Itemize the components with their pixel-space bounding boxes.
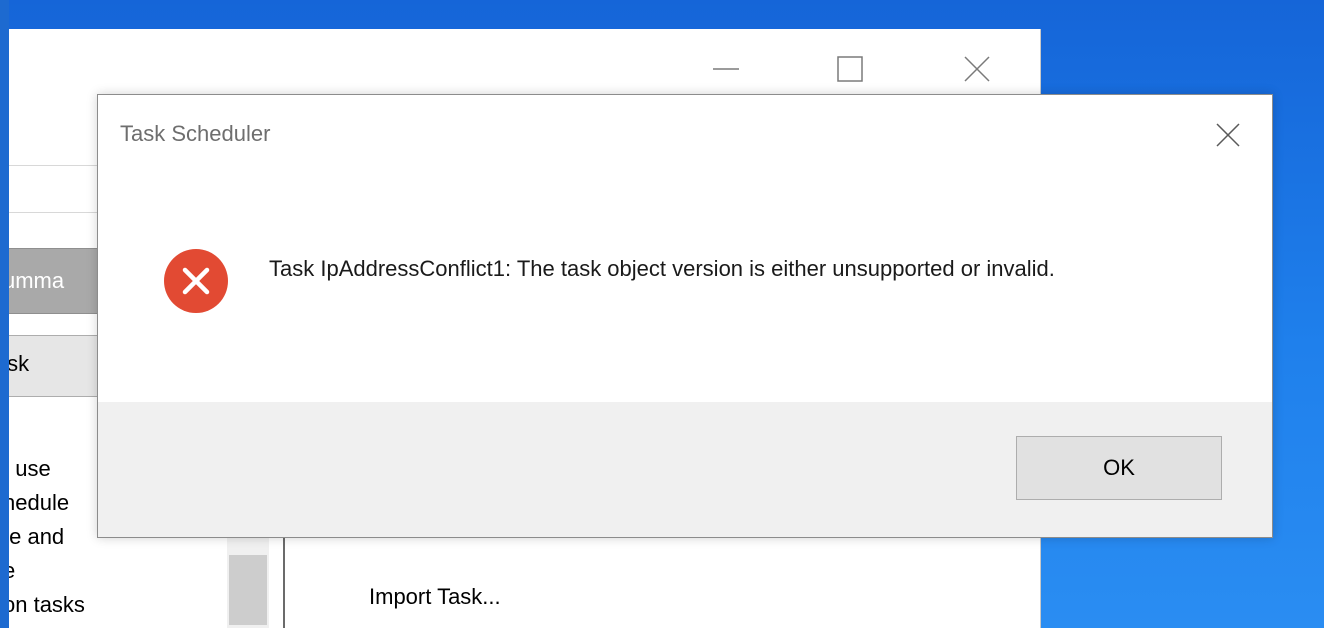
dialog-button-bar: OK bbox=[98, 402, 1272, 537]
toolbar-divider bbox=[9, 212, 101, 213]
close-icon bbox=[1216, 123, 1240, 147]
task-scheduler-description: ı use hedule te and e on tasks bbox=[9, 452, 101, 622]
minimize-button[interactable] bbox=[703, 41, 749, 97]
maximize-button[interactable] bbox=[827, 41, 873, 97]
description-line: hedule bbox=[9, 490, 70, 515]
x-mark-icon bbox=[182, 267, 210, 295]
summary-header-button[interactable]: umma bbox=[9, 248, 102, 314]
close-window-button[interactable] bbox=[954, 41, 1000, 97]
dialog-title: Task Scheduler bbox=[120, 121, 271, 146]
description-line: ı use bbox=[9, 456, 51, 481]
description-line: te and bbox=[9, 524, 65, 549]
error-dialog: Task Scheduler Task IpAddressConflict1: … bbox=[97, 94, 1273, 538]
description-line: e bbox=[9, 558, 16, 583]
dialog-close-button[interactable] bbox=[1202, 109, 1254, 161]
error-message: Task IpAddressConflict1: The task object… bbox=[269, 256, 1055, 281]
maximize-icon bbox=[837, 56, 863, 82]
error-icon bbox=[164, 249, 228, 313]
create-task-button[interactable]: ısk bbox=[9, 335, 100, 397]
desktop-edge bbox=[0, 0, 9, 628]
scrollbar-thumb[interactable] bbox=[229, 555, 267, 625]
ok-button[interactable]: OK bbox=[1016, 436, 1222, 500]
menubar-divider bbox=[9, 165, 101, 166]
close-icon bbox=[964, 56, 990, 82]
minimize-icon bbox=[713, 68, 739, 70]
description-line: on tasks bbox=[9, 592, 85, 617]
import-task-action[interactable]: Import Task... bbox=[369, 584, 501, 610]
